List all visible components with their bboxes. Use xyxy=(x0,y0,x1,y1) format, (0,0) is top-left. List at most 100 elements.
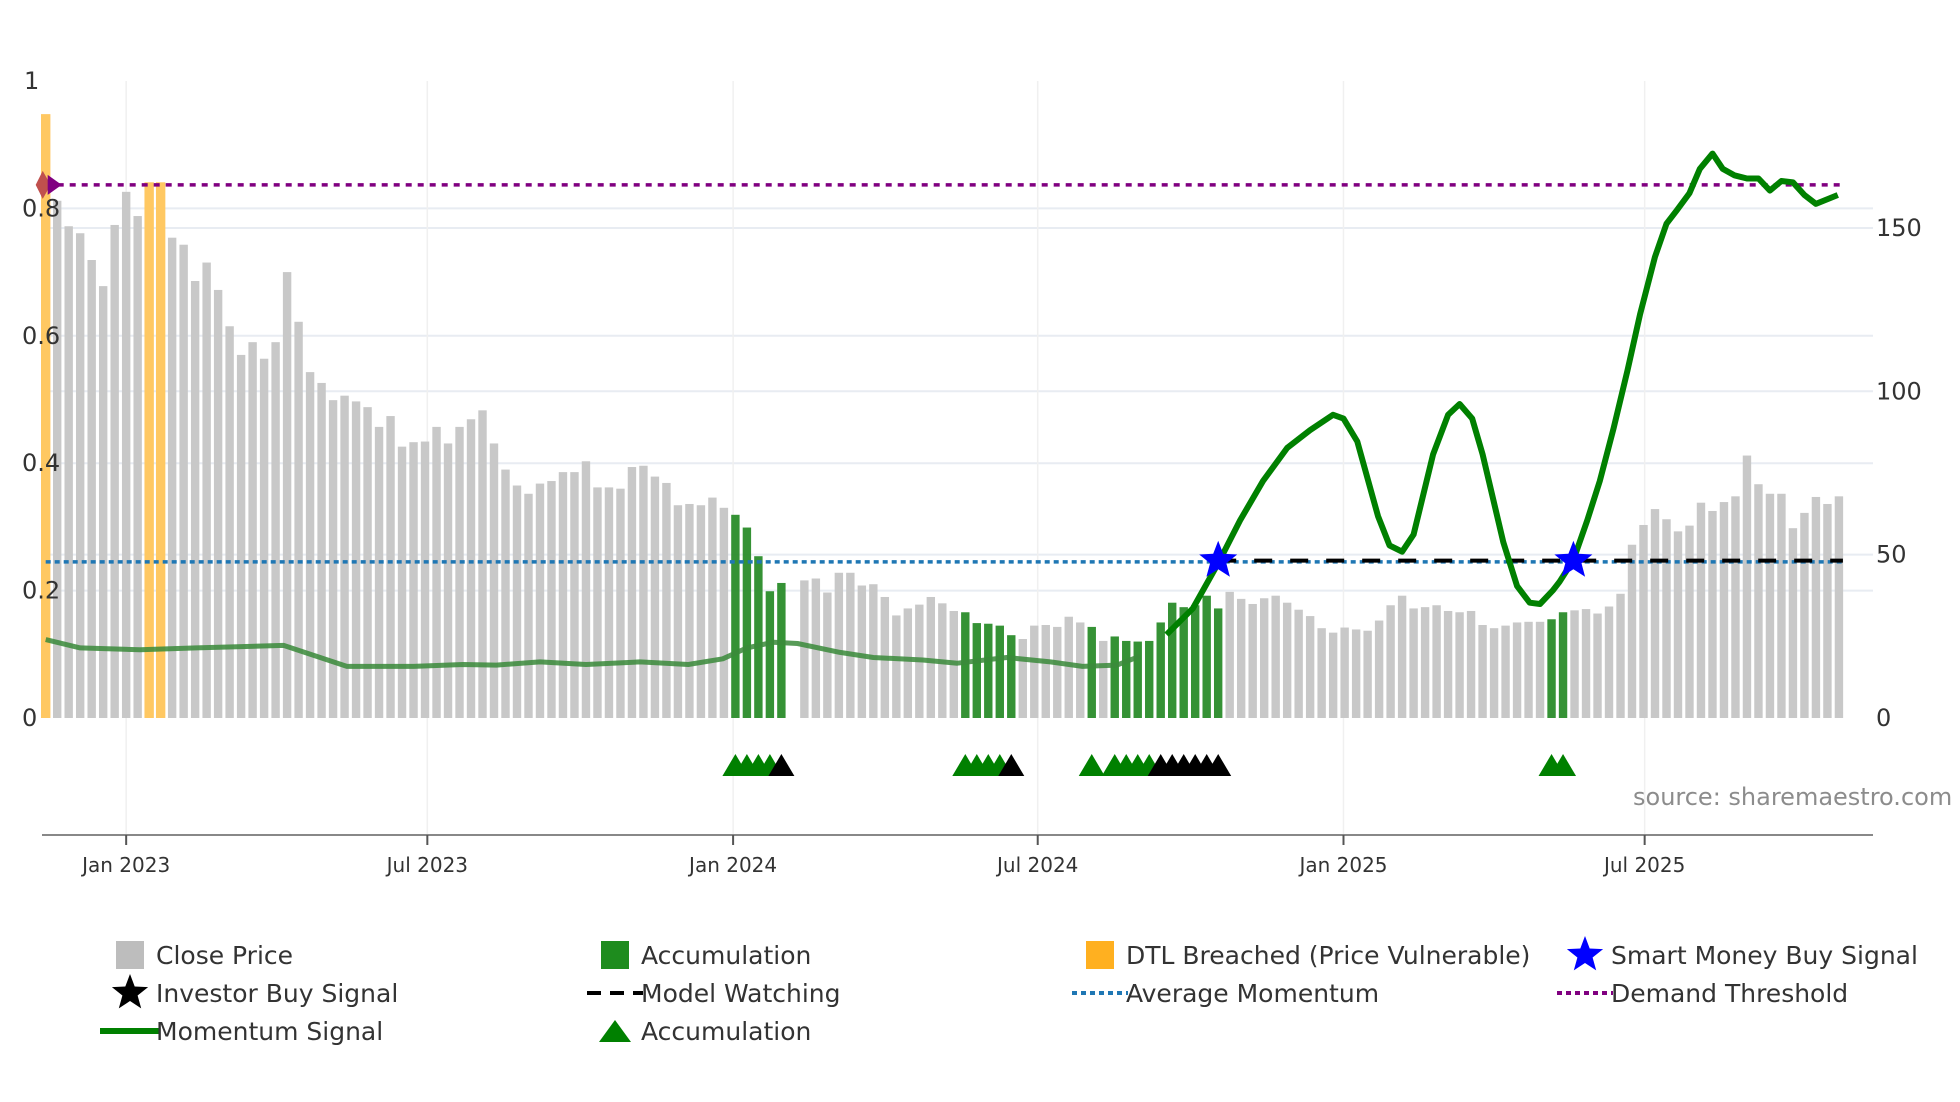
dtl-breached-bar xyxy=(155,182,166,718)
y-left-tick-label: 1 xyxy=(24,67,39,95)
x-tick-label: Jan 2025 xyxy=(1297,853,1387,877)
dotted-line-icon xyxy=(1070,975,1130,1011)
close-price-bar xyxy=(1754,484,1763,718)
close-price-bar xyxy=(501,469,510,718)
close-price-bar xyxy=(271,342,280,718)
green-triangle-icon xyxy=(585,1013,645,1049)
legend-label: Investor Buy Signal xyxy=(156,978,399,1008)
x-tick-label: Jul 2025 xyxy=(1602,853,1685,877)
close-price-bar xyxy=(604,487,614,718)
close-price-bar xyxy=(616,488,625,718)
legend-label: Momentum Signal xyxy=(156,1016,384,1046)
close-price-bar xyxy=(1604,606,1614,718)
y-right-tick-label: 150 xyxy=(1876,214,1922,242)
close-price-bar xyxy=(892,615,901,718)
close-price-bar xyxy=(1765,493,1775,718)
green-square-icon xyxy=(585,937,645,973)
close-price-bar xyxy=(1685,525,1694,718)
close-price-bar xyxy=(1834,496,1844,718)
grid xyxy=(42,81,1873,835)
legend-item-dtl-breached[interactable]: DTL Breached (Price Vulnerable) xyxy=(1070,937,1530,973)
y-left-tick-label: 0 xyxy=(22,704,37,732)
accumulation-bar xyxy=(1213,608,1223,718)
black-star-icon xyxy=(100,974,160,1011)
accumulation-bar xyxy=(1007,635,1016,718)
close-price-bar xyxy=(1328,632,1338,718)
close-price-bar xyxy=(1696,502,1706,718)
close-price-bar xyxy=(1466,610,1476,718)
close-price-bar xyxy=(1535,621,1545,718)
close-price-bar xyxy=(1248,603,1257,718)
accumulation-bar xyxy=(1133,641,1142,718)
accumulation-bar xyxy=(754,556,763,718)
legend-label: Demand Threshold xyxy=(1611,978,1849,1008)
close-price-bar xyxy=(627,467,637,718)
accumulation-bar xyxy=(742,527,752,718)
close-price-bar xyxy=(1420,607,1430,718)
close-price-bar xyxy=(1030,625,1039,718)
close-price-bar xyxy=(340,395,349,718)
legend-label: Accumulation xyxy=(641,940,812,970)
y-right-tick-label: 100 xyxy=(1876,377,1922,405)
grey-square-icon xyxy=(100,937,160,973)
close-price-bar xyxy=(1236,598,1246,718)
close-price-bar xyxy=(432,426,441,718)
close-price-bar xyxy=(823,592,832,718)
legend-item-close-price[interactable]: Close Price xyxy=(100,937,293,973)
legend-item-accumulation-triangle[interactable]: Accumulation xyxy=(585,1013,811,1049)
close-price-bar xyxy=(328,400,338,718)
close-price-bar xyxy=(1076,622,1085,718)
close-price-bar xyxy=(1317,628,1326,718)
x-tick-label: Jul 2023 xyxy=(385,853,468,877)
close-price-bar xyxy=(708,497,717,718)
close-price-bar xyxy=(696,505,706,718)
green-line-icon xyxy=(100,1013,160,1049)
close-price-bar xyxy=(478,410,487,718)
close-price-bar xyxy=(420,441,430,718)
x-tick-label: Jan 2023 xyxy=(80,853,170,877)
accumulation-bar xyxy=(1202,595,1211,718)
y-left-tick-label: 0.6 xyxy=(22,322,60,350)
close-price-bar xyxy=(1271,595,1280,718)
close-price-bar xyxy=(1455,612,1464,718)
close-price-bar xyxy=(1386,605,1395,718)
close-price-bar xyxy=(1478,624,1487,718)
close-price-bar xyxy=(1305,616,1315,718)
legend-item-investor-buy[interactable]: Investor Buy Signal xyxy=(100,974,399,1011)
legend-item-accumulation[interactable]: Accumulation xyxy=(585,937,811,973)
close-price-bar xyxy=(110,224,119,718)
close-price-bar xyxy=(282,272,292,718)
legend-label: DTL Breached (Price Vulnerable) xyxy=(1126,940,1531,970)
close-price-bar xyxy=(1259,598,1269,718)
legend-item-smart-money[interactable]: Smart Money Buy Signal xyxy=(1555,936,1918,973)
close-price-bar xyxy=(1099,640,1108,718)
close-price-bar xyxy=(248,342,257,718)
legend-item-demand-threshold[interactable]: Demand Threshold xyxy=(1555,975,1848,1011)
x-tick-label: Jan 2024 xyxy=(687,853,777,877)
legend-item-average-momentum[interactable]: Average Momentum xyxy=(1070,975,1379,1011)
close-price-bar xyxy=(1374,620,1384,718)
close-price-bar xyxy=(846,572,855,718)
close-price-bar xyxy=(1489,628,1499,718)
accumulation-bar xyxy=(1558,612,1568,718)
close-price-bar xyxy=(1639,524,1648,718)
bars xyxy=(41,114,1844,719)
legend-item-model-watching[interactable]: Model Watching xyxy=(585,975,841,1011)
close-price-bar xyxy=(1627,544,1637,718)
accumulation-bar xyxy=(765,591,775,718)
close-price-bar xyxy=(294,321,303,718)
close-price-bar xyxy=(1650,509,1660,718)
blue-star-icon xyxy=(1555,936,1615,973)
close-price-bar xyxy=(1351,629,1361,718)
legend-label: Average Momentum xyxy=(1126,978,1380,1008)
close-price-bar xyxy=(190,281,200,718)
smart-money-star-icon xyxy=(1199,540,1238,577)
close-price-bar xyxy=(121,191,131,718)
close-price-bar xyxy=(1570,610,1579,718)
close-price-bar xyxy=(662,482,671,718)
accumulation-triangle-icon xyxy=(1078,754,1105,776)
x-tick-label: Jul 2024 xyxy=(995,853,1078,877)
legend-label: Smart Money Buy Signal xyxy=(1611,940,1918,970)
accumulation-bar xyxy=(1110,636,1119,718)
legend-item-momentum-signal[interactable]: Momentum Signal xyxy=(100,1013,383,1049)
